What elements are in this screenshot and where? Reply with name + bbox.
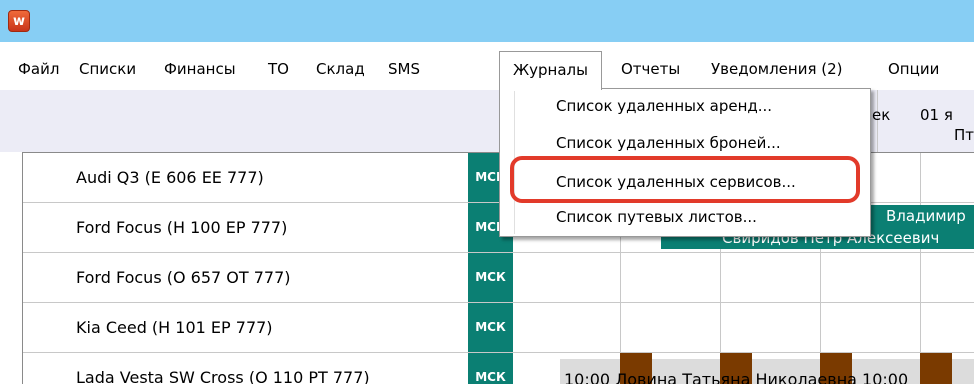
car-name: Ford Focus (Н 100 ЕР 777) bbox=[76, 218, 288, 237]
menu-finance[interactable]: Финансы bbox=[164, 48, 236, 90]
menu-item-deleted-reservations[interactable]: Список удаленных броней... bbox=[556, 134, 781, 152]
menu-maintenance[interactable]: ТО bbox=[268, 48, 289, 90]
menu-sms[interactable]: SMS bbox=[388, 48, 420, 90]
header-weekday: Пт bbox=[954, 126, 974, 144]
menu-bar: Файл Списки Финансы ТО Склад SMS Журналы… bbox=[0, 48, 974, 90]
title-bar: w bbox=[0, 0, 974, 42]
menu-journals[interactable]: Журналы bbox=[499, 51, 602, 90]
menu-file[interactable]: Файл bbox=[18, 48, 59, 90]
car-name: Audi Q3 (Е 606 ЕЕ 777) bbox=[76, 168, 264, 187]
header-day-partial: ек bbox=[872, 106, 891, 124]
table-row[interactable]: Kia Ceed (Н 101 ЕР 777) МСК bbox=[23, 303, 974, 353]
car-name: Kia Ceed (Н 101 ЕР 777) bbox=[76, 318, 273, 337]
menu-reports[interactable]: Отчеты bbox=[621, 48, 680, 90]
menu-lists[interactable]: Списки bbox=[79, 48, 136, 90]
car-name: Ford Focus (О 657 ОТ 777) bbox=[76, 268, 291, 287]
table-row[interactable]: Lada Vesta SW Cross (О 110 РТ 777) МСК 1… bbox=[23, 353, 974, 384]
city-badge: МСК bbox=[468, 353, 513, 384]
menu-options[interactable]: Опции bbox=[888, 48, 939, 90]
app-logo-icon: w bbox=[8, 10, 30, 32]
menu-notifications[interactable]: Уведомления (2) bbox=[711, 48, 842, 90]
table-row[interactable]: Ford Focus (О 657 ОТ 777) МСК bbox=[23, 253, 974, 303]
header-date: 01 я bbox=[920, 106, 953, 124]
city-badge: МСК bbox=[468, 253, 513, 302]
menu-item-deleted-rentals[interactable]: Список удаленных аренд... bbox=[556, 97, 772, 115]
booking-label[interactable]: 10:00 Ловина Татьяна Николаевна 10:00 bbox=[564, 370, 908, 384]
highlight-annotation bbox=[510, 156, 860, 203]
booking-marker bbox=[920, 353, 952, 384]
car-name: Lada Vesta SW Cross (О 110 РТ 777) bbox=[76, 368, 370, 384]
menu-item-waybills[interactable]: Список путевых листов... bbox=[556, 208, 757, 226]
city-badge: МСК bbox=[468, 303, 513, 352]
menu-warehouse[interactable]: Склад bbox=[316, 48, 365, 90]
